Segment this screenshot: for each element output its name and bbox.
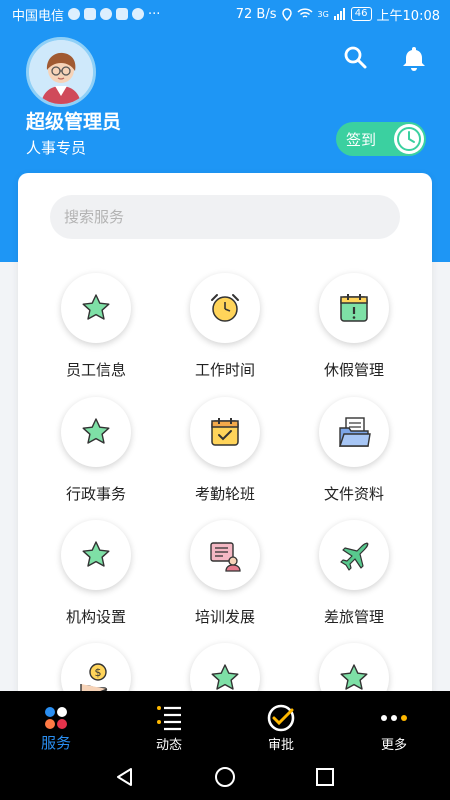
network-speed: 72 B/s — [235, 6, 277, 22]
notification-app-icon — [84, 8, 97, 20]
network-type: 3G — [317, 9, 329, 19]
service-label: 休假管理 — [323, 361, 384, 379]
alarm-clock-icon — [211, 294, 239, 322]
wifi-icon — [296, 8, 313, 18]
folder-icon — [339, 417, 371, 447]
approval-check-icon — [267, 704, 295, 732]
svg-text:$: $ — [95, 666, 102, 679]
service-icon-button[interactable] — [61, 273, 131, 343]
search-input[interactable] — [50, 195, 400, 239]
user-avatar-illustration — [29, 40, 93, 104]
service-travel[interactable]: 差旅管理 — [299, 520, 409, 627]
service-label: 工作时间 — [194, 361, 255, 379]
service-icon-button[interactable] — [61, 397, 131, 467]
services-card: 员工信息 工作时间 休假管理 — [18, 173, 432, 733]
services-dots-icon — [45, 707, 67, 729]
service-icon-button[interactable] — [190, 520, 260, 590]
service-documents[interactable]: 文件资料 — [299, 397, 409, 504]
calendar-check-icon — [211, 418, 239, 446]
service-icon-button[interactable] — [190, 273, 260, 343]
notification-app-icon — [116, 8, 129, 20]
notification-app-icon — [68, 8, 81, 20]
recent-apps-icon[interactable] — [313, 765, 337, 789]
service-attendance-shifts[interactable]: 考勤轮班 — [170, 397, 280, 504]
star-icon — [211, 664, 239, 690]
tab-label: 审批 — [267, 738, 294, 753]
service-label: 机构设置 — [65, 608, 126, 626]
location-icon — [281, 7, 292, 21]
service-label: 文件资料 — [323, 485, 384, 503]
message-icon — [100, 8, 113, 20]
tab-more[interactable]: 更多 — [354, 691, 434, 754]
service-admin-affairs[interactable]: 行政事务 — [41, 397, 151, 504]
user-role: 人事专员 — [26, 139, 87, 157]
service-label: 员工信息 — [65, 361, 126, 379]
battery-icon: 46 — [350, 7, 372, 21]
tab-services[interactable]: 服务 — [16, 691, 96, 754]
service-label: 培训发展 — [194, 608, 255, 626]
star-icon — [82, 541, 110, 567]
service-icon-button[interactable] — [319, 273, 389, 343]
star-icon — [82, 418, 110, 444]
search-icon[interactable] — [342, 44, 370, 72]
clock-icon — [394, 124, 424, 154]
checkin-button[interactable]: 签到 — [336, 122, 426, 156]
calendar-alert-icon — [340, 294, 368, 322]
tab-approval[interactable]: 审批 — [241, 691, 321, 754]
clock-time: 上午10:08 — [376, 8, 440, 24]
service-training[interactable]: 培训发展 — [170, 520, 280, 627]
more-notifications-icon: ··· — [148, 6, 161, 22]
carrier-label: 中国电信 — [12, 8, 65, 24]
service-icon-button[interactable] — [319, 520, 389, 590]
tab-feed[interactable]: 动态 — [129, 691, 209, 754]
more-dots-icon — [381, 715, 407, 721]
service-icon-button[interactable] — [61, 520, 131, 590]
service-org-settings[interactable]: 机构设置 — [41, 520, 151, 627]
airplane-icon — [340, 542, 369, 571]
status-bar: 中国电信 ··· 72 B/s 3G 46 上午10:08 — [0, 0, 450, 28]
user-name: 超级管理员 — [26, 111, 122, 133]
service-label: 考勤轮班 — [194, 485, 255, 503]
tab-label: 服务 — [40, 734, 71, 752]
tab-label: 动态 — [155, 738, 182, 753]
notification-app-icon — [132, 8, 145, 20]
avatar[interactable] — [26, 37, 96, 107]
service-label: 行政事务 — [65, 485, 126, 503]
service-leave-management[interactable]: 休假管理 — [299, 273, 409, 380]
service-work-time[interactable]: 工作时间 — [170, 273, 280, 380]
bottom-tab-bar: 服务 动态 审批 更多 — [0, 691, 450, 754]
tab-label: 更多 — [380, 738, 407, 753]
service-label: 差旅管理 — [323, 608, 384, 626]
feed-list-icon — [157, 706, 181, 731]
service-employee-info[interactable]: 员工信息 — [41, 273, 151, 380]
system-navigation-bar — [0, 754, 450, 800]
star-icon — [340, 664, 368, 690]
bell-icon[interactable] — [400, 44, 428, 72]
service-icon-button[interactable] — [319, 397, 389, 467]
back-icon[interactable] — [113, 765, 137, 789]
signal-icon — [333, 8, 345, 20]
home-icon[interactable] — [213, 765, 237, 789]
star-icon — [82, 294, 110, 320]
service-icon-button[interactable] — [190, 397, 260, 467]
training-icon — [210, 542, 241, 572]
checkin-label: 签到 — [346, 130, 377, 149]
